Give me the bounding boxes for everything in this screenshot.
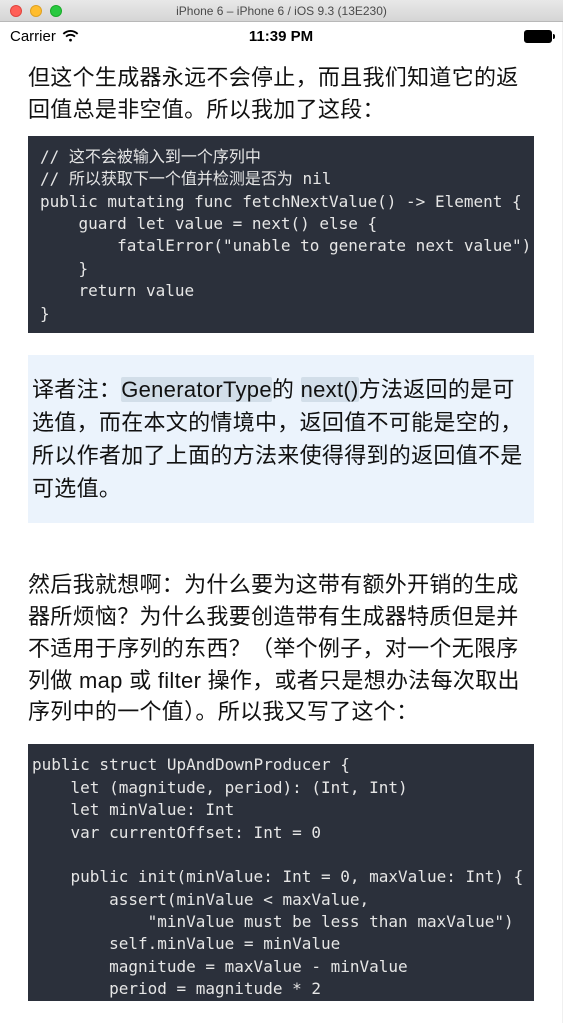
inline-code: next() bbox=[301, 377, 359, 402]
window-minimize-button[interactable] bbox=[30, 5, 42, 17]
window-close-button[interactable] bbox=[10, 5, 22, 17]
spacer bbox=[0, 541, 562, 569]
window-title: iPhone 6 – iPhone 6 / iOS 9.3 (13E230) bbox=[0, 4, 563, 18]
note-label: 译者注： bbox=[32, 377, 121, 402]
window-traffic-lights bbox=[0, 5, 62, 17]
status-bar-time: 11:39 PM bbox=[0, 28, 562, 45]
translator-note: 译者注：GeneratorType的 next()方法返回的是可选值，而在本文的… bbox=[28, 355, 534, 523]
paragraph: 然后我就想啊：为什么要为这带有额外开销的生成器所烦恼？为什么我要创造带有生成器特… bbox=[0, 569, 562, 738]
battery-icon bbox=[524, 30, 552, 43]
code-block: // 这不会被输入到一个序列中 // 所以获取下一个值并检测是否为 nil pu… bbox=[28, 136, 534, 333]
code-block: public struct UpAndDownProducer { let (m… bbox=[28, 744, 534, 1000]
status-bar-right bbox=[524, 30, 552, 43]
simulator-window-bar: iPhone 6 – iPhone 6 / iOS 9.3 (13E230) bbox=[0, 0, 563, 22]
article-scroll-view[interactable]: 但这个生成器永远不会停止，而且我们知道它的返回值总是非空值。所以我加了这段： /… bbox=[0, 50, 562, 1023]
battery-fill bbox=[525, 31, 551, 42]
paragraph: 但这个生成器永远不会停止，而且我们知道它的返回值总是非空值。所以我加了这段： bbox=[0, 50, 562, 136]
ios-status-bar: Carrier 11:39 PM bbox=[0, 22, 562, 50]
status-bar-left: Carrier bbox=[10, 28, 79, 45]
note-text: 的 bbox=[272, 377, 301, 402]
inline-code: GeneratorType bbox=[121, 377, 272, 402]
simulator-screen: Carrier 11:39 PM 但这个生成器永远不会停止，而且我们知道它的返回… bbox=[0, 22, 562, 1023]
window-zoom-button[interactable] bbox=[50, 5, 62, 17]
carrier-label: Carrier bbox=[10, 28, 56, 45]
wifi-icon bbox=[62, 30, 79, 43]
